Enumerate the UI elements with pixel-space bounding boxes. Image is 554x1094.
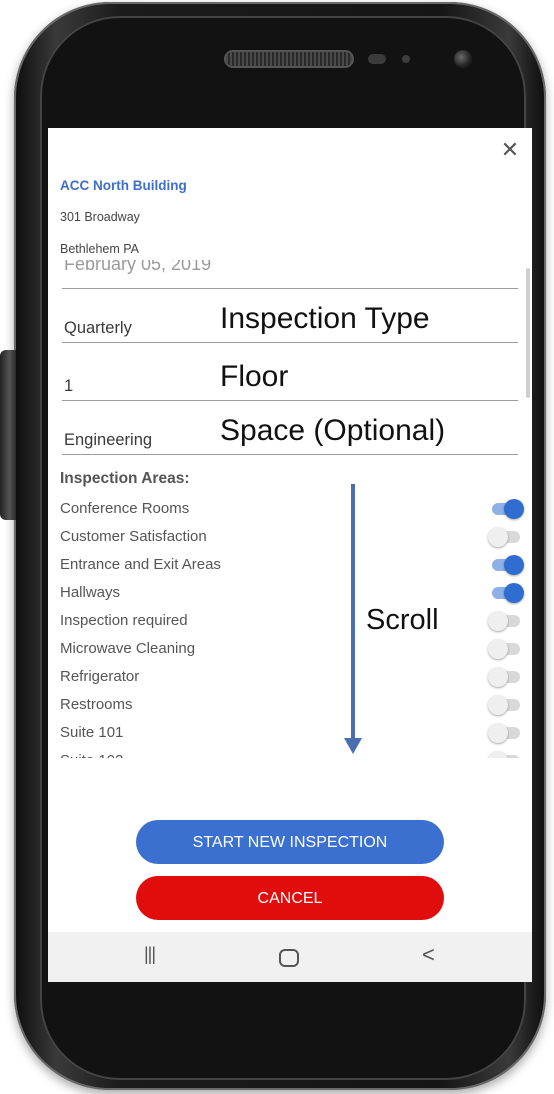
start-new-inspection-button[interactable]: START NEW INSPECTION: [136, 820, 444, 864]
toggle-knob: [488, 611, 508, 631]
toggle-knob: [488, 527, 508, 547]
date-field[interactable]: February 05, 2019: [62, 260, 518, 289]
area-toggle[interactable]: [492, 555, 524, 575]
toggle-knob: [488, 695, 508, 715]
inspection-type-annotation: Inspection Type: [220, 302, 430, 335]
inspection-areas-title: Inspection Areas:: [60, 470, 190, 487]
toggle-knob: [488, 639, 508, 659]
cancel-button[interactable]: CANCEL: [136, 876, 444, 920]
area-label: Hallways: [60, 584, 121, 601]
area-label: Inspection required: [60, 612, 188, 629]
list-item[interactable]: Inspection required: [48, 608, 532, 636]
list-item[interactable]: Suite 101: [48, 720, 532, 748]
area-label: Customer Satisfaction: [60, 528, 207, 545]
front-camera: [454, 50, 472, 68]
toggle-knob: [504, 583, 524, 603]
area-label: Suite 101: [60, 724, 124, 741]
area-toggle[interactable]: [488, 639, 520, 659]
inspection-type-value: Quarterly: [64, 319, 132, 337]
list-item[interactable]: Customer Satisfaction: [48, 524, 532, 552]
area-toggle[interactable]: [492, 499, 524, 519]
toggle-knob: [504, 555, 524, 575]
address-line2: Bethlehem PA: [60, 242, 139, 256]
toggle-knob: [504, 499, 524, 519]
area-label: Refrigerator: [60, 668, 140, 685]
scroll-arrow-icon: [344, 738, 362, 754]
inspection-areas-list[interactable]: Conference Rooms Customer Satisfaction Ent…: [48, 496, 532, 758]
area-label: Microwave Cleaning: [60, 640, 196, 657]
list-item[interactable]: Restrooms: [48, 692, 532, 720]
list-item[interactable]: Microwave Cleaning: [48, 636, 532, 664]
list-item[interactable]: Suite 102: [48, 748, 532, 758]
area-label: Conference Rooms: [60, 500, 190, 517]
phone-speaker: [226, 52, 352, 66]
floor-annotation: Floor: [220, 360, 289, 393]
date-value: February 05, 2019: [64, 260, 212, 274]
toggle-knob: [488, 723, 508, 743]
list-item[interactable]: Entrance and Exit Areas: [48, 552, 532, 580]
phone-side-button: [0, 350, 16, 520]
floor-field[interactable]: 1: [62, 364, 518, 401]
space-value: Engineering: [64, 431, 153, 449]
back-icon[interactable]: <: [422, 942, 435, 968]
list-item[interactable]: Hallways: [48, 580, 532, 608]
toggle-knob: [488, 751, 508, 758]
close-icon[interactable]: ✕: [498, 138, 522, 162]
phone-sensor-dot: [402, 55, 410, 63]
area-toggle[interactable]: [488, 667, 520, 687]
toggle-knob: [488, 667, 508, 687]
scroll-annotation: Scroll: [366, 604, 439, 636]
scroll-arrow-shaft: [351, 484, 355, 742]
area-label: Entrance and Exit Areas: [60, 556, 221, 573]
area-toggle[interactable]: [488, 723, 520, 743]
area-toggle[interactable]: [488, 751, 520, 758]
inspection-dialog: ✕ ACC North Building 301 Broadway Bethle…: [48, 128, 532, 982]
phone-sensor: [368, 54, 386, 64]
list-item[interactable]: Refrigerator: [48, 664, 532, 692]
area-toggle[interactable]: [488, 611, 520, 631]
area-toggle[interactable]: [488, 695, 520, 715]
floor-value: 1: [64, 377, 74, 395]
building-name: ACC North Building: [60, 178, 187, 193]
scrollbar[interactable]: [526, 268, 530, 398]
area-toggle[interactable]: [488, 527, 520, 547]
list-item[interactable]: Conference Rooms: [48, 496, 532, 524]
recents-icon[interactable]: |||: [144, 944, 156, 965]
space-annotation: Space (Optional): [220, 414, 446, 447]
address-line1: 301 Broadway: [60, 210, 140, 224]
area-label: Restrooms: [60, 696, 133, 713]
area-label: Suite 102: [60, 752, 123, 758]
android-nav-bar: ||| <: [48, 932, 532, 982]
area-toggle[interactable]: [492, 583, 524, 603]
home-icon[interactable]: [279, 949, 299, 967]
